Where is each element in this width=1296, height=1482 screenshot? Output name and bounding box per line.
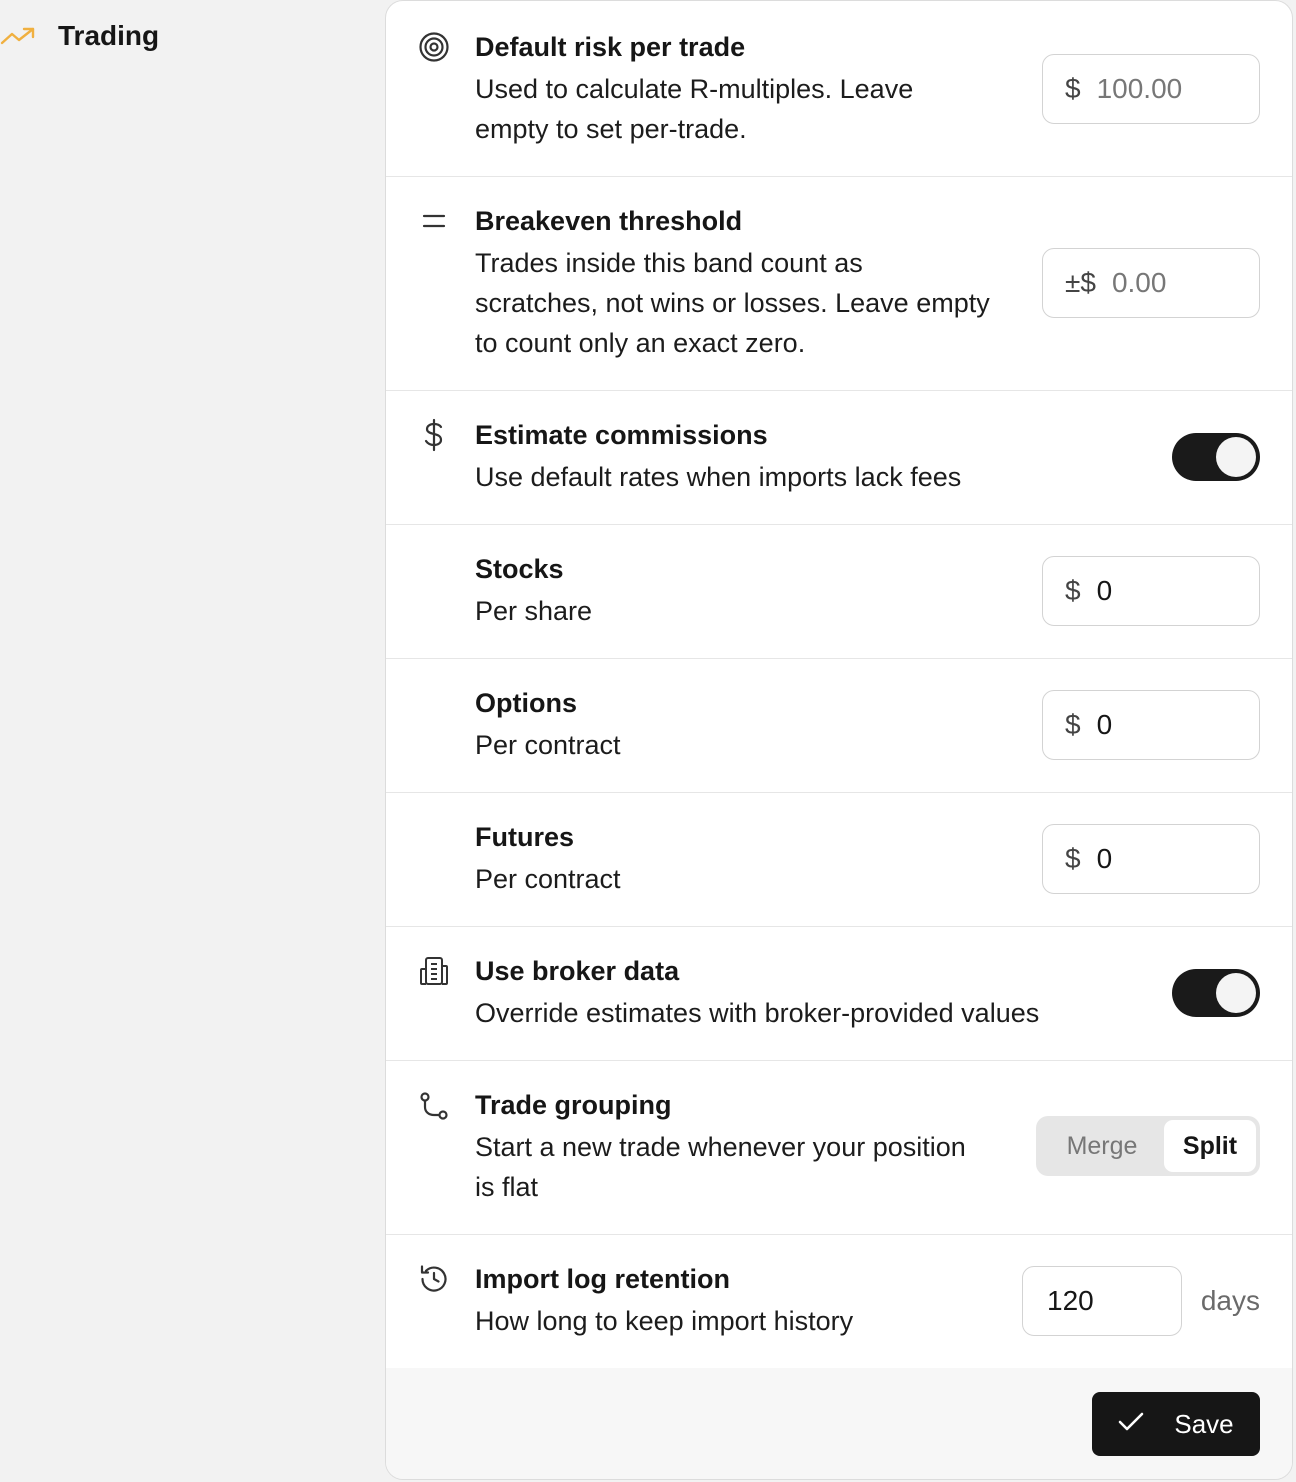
- trending-up-icon: [0, 22, 38, 50]
- setting-title: Use broker data: [475, 956, 680, 986]
- setting-title: Options: [475, 688, 577, 718]
- currency-prefix: $: [1065, 709, 1081, 740]
- currency-prefix: $: [1065, 73, 1081, 104]
- setting-title: Breakeven threshold: [475, 206, 743, 236]
- stocks-rate-input[interactable]: $ 0: [1042, 556, 1260, 626]
- futures-rate-input[interactable]: $ 0: [1042, 824, 1260, 894]
- currency-prefix: $: [1065, 575, 1081, 606]
- options-rate-input[interactable]: $ 0: [1042, 690, 1260, 760]
- setting-description: Per share: [475, 596, 593, 626]
- broker-data-toggle[interactable]: [1172, 969, 1260, 1017]
- risk-input-placeholder: 100.00: [1096, 73, 1183, 104]
- building-icon: [416, 953, 452, 989]
- breakeven-input[interactable]: ±$ 0.00: [1042, 248, 1260, 318]
- retention-days-input[interactable]: 120: [1022, 1266, 1182, 1336]
- commissions-toggle[interactable]: [1172, 433, 1260, 481]
- futures-rate-value: 0: [1096, 843, 1113, 874]
- setting-title: Futures: [475, 822, 575, 852]
- setting-row-futures: Futures Per contract $ 0: [386, 793, 1292, 927]
- setting-row-grouping: Trade grouping Start a new trade wheneve…: [386, 1061, 1292, 1235]
- setting-row-risk: Default risk per trade Used to calculate…: [386, 1, 1292, 177]
- target-icon: [416, 29, 452, 65]
- trade-grouping-segmented-control: Merge Split: [1036, 1116, 1260, 1176]
- breakeven-input-placeholder: 0.00: [1111, 267, 1167, 298]
- setting-row-retention: Import log retention How long to keep im…: [386, 1235, 1292, 1369]
- history-icon: [416, 1261, 452, 1297]
- trading-settings-card: Default risk per trade Used to calculate…: [385, 0, 1293, 1480]
- setting-description: Used to calculate R-multiples. Leave emp…: [475, 74, 914, 144]
- setting-description: Start a new trade whenever your position…: [475, 1132, 966, 1202]
- card-footer: Save: [386, 1368, 1292, 1479]
- setting-row-stocks: Stocks Per share $ 0: [386, 525, 1292, 659]
- setting-description: Use default rates when imports lack fees: [475, 462, 962, 492]
- grouping-option-split[interactable]: Split: [1164, 1120, 1256, 1172]
- grouping-option-merge[interactable]: Merge: [1040, 1120, 1164, 1172]
- setting-title: Import log retention: [475, 1264, 730, 1294]
- stocks-rate-value: 0: [1096, 575, 1113, 606]
- currency-prefix: ±$: [1065, 267, 1096, 298]
- setting-description: How long to keep import history: [475, 1306, 854, 1336]
- currency-prefix: $: [1065, 843, 1081, 874]
- options-rate-value: 0: [1096, 709, 1113, 740]
- setting-row-options: Options Per contract $ 0: [386, 659, 1292, 793]
- setting-row-broker: Use broker data Override estimates with …: [386, 927, 1292, 1061]
- sidebar-item-label: Trading: [58, 20, 160, 51]
- setting-description: Trades inside this band count as scratch…: [475, 248, 990, 358]
- setting-title: Default risk per trade: [475, 32, 746, 62]
- check-icon: [1118, 1409, 1144, 1440]
- setting-title: Trade grouping: [475, 1090, 672, 1120]
- risk-input[interactable]: $ 100.00: [1042, 54, 1260, 124]
- retention-unit-label: days: [1200, 1285, 1260, 1316]
- setting-row-commissions: Estimate commissions Use default rates w…: [386, 391, 1292, 525]
- setting-title: Estimate commissions: [475, 420, 768, 450]
- sidebar-item-trading[interactable]: Trading: [0, 14, 159, 58]
- equals-icon: [416, 203, 452, 239]
- setting-title: Stocks: [475, 554, 564, 584]
- setting-description: Override estimates with broker-provided …: [475, 998, 1040, 1028]
- setting-description: Per contract: [475, 730, 621, 760]
- toggle-knob: [1216, 973, 1256, 1013]
- dollar-icon: [416, 417, 452, 453]
- setting-description: Per contract: [475, 864, 621, 894]
- save-button[interactable]: Save: [1092, 1392, 1260, 1456]
- save-button-label: Save: [1174, 1408, 1234, 1439]
- setting-row-breakeven: Breakeven threshold Trades inside this b…: [386, 177, 1292, 391]
- git-branch-icon: [416, 1089, 452, 1125]
- toggle-knob: [1216, 437, 1256, 477]
